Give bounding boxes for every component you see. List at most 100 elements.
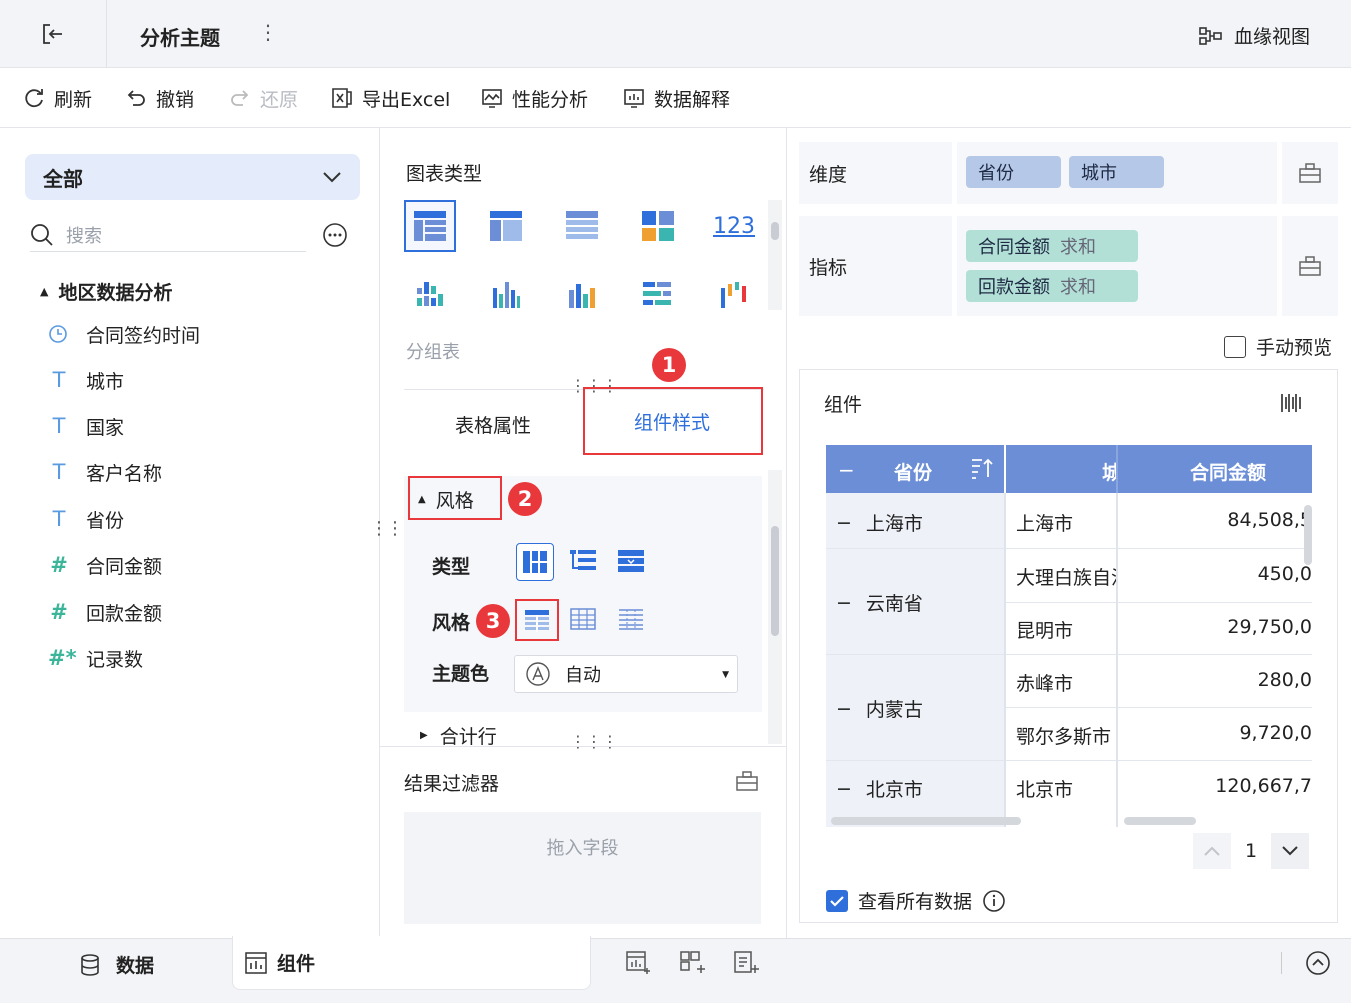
sort-icon[interactable]	[970, 457, 994, 479]
cell-city: 昆明市	[1016, 620, 1074, 642]
dimension-pill[interactable]: 城市	[1069, 156, 1164, 188]
performance-button[interactable]: 性能分析	[480, 84, 588, 112]
field-item[interactable]: # 合同金额	[48, 550, 162, 580]
theme-color-select[interactable]: 自动 ▼	[514, 655, 738, 693]
chart-type-bar-group[interactable]	[410, 274, 450, 314]
tab-data[interactable]: 数据	[78, 951, 154, 978]
metric-pill[interactable]: 回款金额 求和	[966, 270, 1138, 302]
chart-type-multi-column[interactable]	[562, 274, 602, 314]
collapse-icon[interactable]: −	[836, 512, 852, 534]
chart-type-bar-horizontal[interactable]	[638, 274, 678, 314]
chart-type-waterfall[interactable]	[714, 274, 754, 314]
page-prev-button[interactable]	[1193, 833, 1231, 869]
checkbox-checked[interactable]	[826, 889, 848, 912]
column-menu-icon[interactable]: ⋮	[1306, 455, 1312, 479]
style-option-grid[interactable]	[570, 608, 596, 630]
cell-amount: 9,720,0	[1239, 722, 1312, 744]
header-province[interactable]: 省份	[894, 458, 932, 485]
vertical-scrollbar[interactable]	[1304, 505, 1312, 565]
refresh-label: 刷新	[54, 88, 93, 111]
checkbox-box[interactable]	[1224, 335, 1246, 358]
page-next-button[interactable]	[1271, 833, 1309, 869]
add-report-icon[interactable]	[734, 951, 760, 975]
chart-type-number[interactable]: 123	[713, 206, 755, 246]
search-input[interactable]: 搜索	[66, 222, 102, 248]
header-amount[interactable]: 合同金额	[1190, 458, 1266, 485]
metric-pill-agg: 求和	[1060, 277, 1096, 298]
step-badge: 1	[652, 348, 686, 382]
field-group-header[interactable]: ▲ 地区数据分析	[40, 278, 172, 305]
tab-component[interactable]: 组件	[232, 936, 591, 990]
lineage-view-button[interactable]: 血缘视图	[1198, 22, 1310, 49]
chart-type-detail-table[interactable]	[562, 206, 602, 246]
type-option-grouped[interactable]	[516, 543, 554, 581]
field-item[interactable]: T 国家	[48, 411, 124, 441]
horizontal-scrollbar[interactable]	[1124, 817, 1196, 825]
exit-icon[interactable]	[40, 22, 66, 46]
divider	[826, 548, 1312, 549]
style-option-lines[interactable]	[618, 608, 644, 630]
export-label: 导出Excel	[362, 88, 451, 111]
chart-type-dashboard[interactable]	[638, 206, 678, 246]
dimension-label-text: 维度	[809, 163, 848, 186]
table-row[interactable]: − 北京市	[836, 775, 923, 802]
collapse-icon[interactable]: −	[836, 698, 852, 720]
field-item[interactable]: T 城市	[48, 365, 124, 395]
chart-type-group-table[interactable]	[404, 200, 456, 252]
field-item[interactable]: #* 记录数	[48, 643, 143, 673]
collapse-panel-icon[interactable]	[1305, 950, 1331, 976]
drag-handle-icon[interactable]: ⋮⋮⋮	[570, 732, 618, 751]
left-panel: 全部 搜索 ▲ 地区数据分析 合同签约时间 T 城市 T 国家 T 客户名称 T…	[0, 128, 404, 938]
chart-type-cross-table[interactable]	[486, 206, 526, 246]
collapse-all-icon[interactable]: −	[838, 458, 855, 482]
header-city[interactable]: 城	[1102, 458, 1116, 485]
tab-data-label: 数据	[116, 955, 155, 977]
table-row[interactable]: − 云南省	[836, 589, 923, 616]
collapse-icon[interactable]: −	[836, 592, 852, 614]
number-field-icon: #	[50, 600, 68, 624]
filter-drop-zone[interactable]: 拖入字段	[404, 812, 761, 924]
more-icon[interactable]: ⋮	[258, 20, 278, 44]
style-scrollbar[interactable]	[768, 470, 782, 744]
search-icon	[31, 223, 53, 246]
metric-settings-icon[interactable]	[1282, 216, 1338, 316]
type-option-tree[interactable]	[570, 550, 596, 572]
scope-dropdown[interactable]: 全部	[25, 154, 360, 200]
add-component-icon[interactable]	[626, 951, 652, 975]
metric-pill[interactable]: 合同金额 求和	[966, 230, 1138, 262]
horizontal-scrollbar[interactable]	[831, 817, 1021, 825]
dimension-settings-icon[interactable]	[1282, 142, 1338, 204]
type-option-collapse[interactable]	[618, 550, 644, 572]
field-item[interactable]: T 客户名称	[48, 457, 162, 487]
redo-button[interactable]: 还原	[228, 84, 298, 112]
field-item[interactable]: # 回款金额	[48, 597, 162, 627]
view-all-data-checkbox[interactable]: 查看所有数据	[826, 887, 1006, 914]
undo-button[interactable]: 撤销	[124, 84, 194, 112]
result-filter-label: 结果过滤器	[404, 773, 500, 795]
clock-icon	[48, 324, 70, 344]
manual-preview-label: 手动预览	[1256, 337, 1333, 359]
refresh-button[interactable]: 刷新	[22, 84, 92, 112]
filter-settings-icon[interactable]	[736, 770, 758, 792]
dimension-pill[interactable]: 省份	[966, 156, 1061, 188]
chart-type-column[interactable]	[486, 274, 526, 314]
collapse-icon[interactable]: −	[836, 778, 852, 800]
barcode-icon[interactable]	[1280, 392, 1302, 414]
manual-preview-checkbox[interactable]: 手动预览	[1224, 333, 1332, 360]
performance-label: 性能分析	[512, 88, 589, 111]
total-row-section-header[interactable]: ▶ 合计行	[420, 722, 497, 749]
export-excel-button[interactable]: 导出Excel	[330, 84, 450, 112]
tab-table-properties[interactable]: 表格属性	[404, 398, 582, 450]
count-field-icon: #*	[48, 646, 77, 670]
lineage-icon	[1199, 26, 1222, 45]
auto-icon	[526, 662, 550, 686]
field-item[interactable]: T 省份	[48, 504, 124, 534]
data-explain-button[interactable]: 数据解释	[622, 84, 730, 112]
field-item[interactable]: 合同签约时间	[48, 319, 200, 349]
add-dashboard-icon[interactable]	[680, 951, 706, 975]
table-row[interactable]: − 上海市	[836, 509, 923, 536]
chart-type-scrollbar[interactable]	[768, 200, 782, 310]
search-box[interactable]: 搜索	[30, 218, 306, 252]
table-row[interactable]: − 内蒙古	[836, 695, 923, 722]
more-options-icon[interactable]	[322, 222, 348, 248]
